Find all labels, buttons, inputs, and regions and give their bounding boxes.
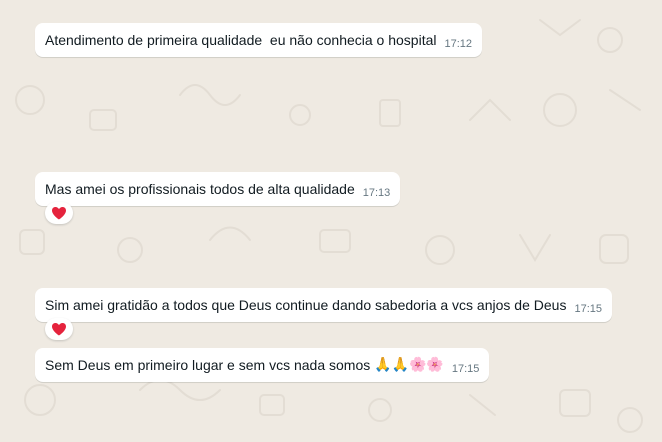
heart-reaction-icon bbox=[52, 323, 66, 336]
message-bubble[interactable]: Sim amei gratidão a todos que Deus conti… bbox=[35, 288, 612, 322]
message-reaction[interactable] bbox=[45, 318, 73, 340]
message-text: Atendimento de primeira qualidade eu não… bbox=[45, 32, 437, 48]
message-timestamp: 17:15 bbox=[451, 363, 480, 375]
message-bubble[interactable]: Mas amei os profissionais todos de alta … bbox=[35, 172, 401, 206]
message-timestamp: 17:12 bbox=[444, 38, 473, 50]
message-emoji: 🙏🙏🌸🌸 bbox=[374, 357, 444, 373]
message-reaction[interactable] bbox=[45, 202, 73, 224]
heart-reaction-icon bbox=[52, 207, 66, 220]
message-text: Sim amei gratidão a todos que Deus conti… bbox=[45, 297, 567, 313]
message-bubble[interactable]: Sem Deus em primeiro lugar e sem vcs nad… bbox=[35, 348, 490, 382]
message-text: Mas amei os profissionais todos de alta … bbox=[45, 181, 355, 197]
message-text: Sem Deus em primeiro lugar e sem vcs nad… bbox=[45, 357, 375, 373]
message-timestamp: 17:15 bbox=[574, 303, 602, 315]
message-bubble[interactable]: Atendimento de primeira qualidade eu não… bbox=[35, 23, 483, 57]
message-timestamp: 17:13 bbox=[362, 187, 391, 199]
